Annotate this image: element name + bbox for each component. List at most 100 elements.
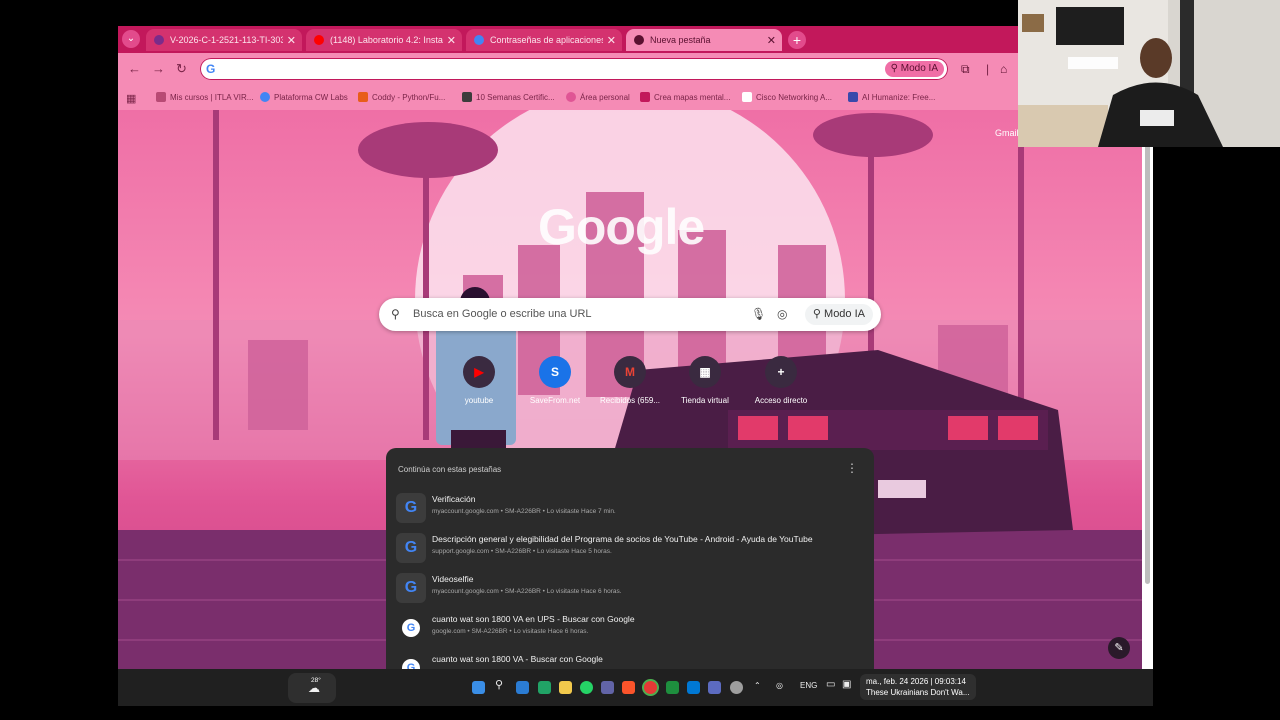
brave-icon[interactable] (622, 681, 635, 694)
close-icon[interactable]: ✕ (287, 34, 296, 47)
search-input[interactable]: Busca en Google o escribe una URL (413, 308, 592, 320)
extensions-icon[interactable]: ⧉ (961, 62, 970, 77)
chevron-up-icon[interactable]: ⌃ (754, 681, 761, 690)
tab-active[interactable]: Nueva pestaña ✕ (626, 29, 782, 51)
app-icon[interactable] (666, 681, 679, 694)
back-arrow-icon[interactable]: ← (128, 61, 141, 76)
list-item[interactable]: G cuanto wat son 1800 VA - Buscar con Go… (392, 648, 868, 669)
shortcut-glyph: ▶ (474, 365, 484, 379)
search-sparkle-icon: ⚲ (890, 63, 901, 74)
microphone-icon[interactable]: 🎙 (751, 307, 766, 321)
shortcut-label: SaveFrom.net (529, 396, 581, 405)
language-indicator[interactable]: ENG (800, 681, 817, 690)
reload-icon[interactable]: ↻ (176, 61, 187, 77)
item-title: Descripción general y elegibilidad del P… (432, 534, 813, 544)
address-bar[interactable]: G ⚲ Modo IA (200, 58, 948, 80)
shortcut-tile[interactable]: ▦ Tienda virtual (670, 356, 740, 405)
close-icon[interactable]: ✕ (607, 34, 616, 47)
close-icon[interactable]: ✕ (767, 34, 776, 47)
bookmark-item[interactable]: Área personal (566, 92, 630, 102)
chrome-icon (634, 35, 644, 45)
savefrom-icon: S (539, 356, 571, 388)
shortcut-glyph: S (550, 365, 559, 379)
tab[interactable]: V-2026-C-1-2521-113-TI-303: G ✕ (146, 29, 302, 51)
shortcut-label: Tienda virtual (681, 396, 729, 405)
ai-mode-button[interactable]: ⚲ Modo IA (804, 304, 873, 325)
google-icon: G (206, 62, 216, 76)
app-icon[interactable] (730, 681, 743, 694)
shortcut-glyph: M (625, 365, 635, 379)
search-icon[interactable]: ⚲ (495, 678, 503, 691)
card-heading: Continúa con estas pestañas (398, 465, 502, 474)
more-options-icon[interactable]: ⋮ (846, 461, 858, 475)
add-shortcut-tile[interactable]: + Acceso directo (746, 356, 816, 405)
ai-mode-label: Modo IA (900, 63, 938, 74)
start-icon[interactable] (472, 681, 485, 694)
scrollbar-thumb[interactable] (1145, 144, 1150, 584)
apps-grid-icon[interactable]: ▦ (126, 92, 136, 105)
folder-icon[interactable] (559, 681, 572, 694)
bookmark-favicon-icon (848, 92, 858, 102)
google-icon: G (402, 619, 420, 637)
list-item[interactable]: G Verificación myaccount.google.com • SM… (392, 488, 868, 528)
bookmark-item[interactable]: AI Humanize: Free... (848, 92, 935, 102)
item-meta: myaccount.google.com • SM-A226BR • Lo vi… (432, 508, 616, 515)
teams-icon[interactable] (601, 681, 614, 694)
app-icon[interactable] (687, 681, 700, 694)
battery-icon[interactable]: ▣ (842, 679, 851, 690)
gmail-link[interactable]: Gmail (995, 128, 1019, 138)
customize-pencil-icon[interactable]: ✎ (1108, 637, 1130, 659)
plus-icon: + (765, 356, 797, 388)
ai-mode-button[interactable]: ⚲ Modo IA (884, 61, 944, 77)
list-item[interactable]: G Videoselfie myaccount.google.com • SM-… (392, 568, 868, 608)
network-icon[interactable]: ▭ (826, 679, 835, 690)
weather-widget[interactable]: ☁ 28° (288, 673, 336, 703)
scrollbar[interactable] (1142, 110, 1153, 669)
google-icon: G (402, 659, 420, 669)
whatsapp-icon[interactable] (580, 681, 593, 694)
shortcut-tile[interactable]: ▶ youtube (444, 356, 514, 405)
shortcut-tile[interactable]: S SaveFrom.net (520, 356, 590, 405)
list-item[interactable]: G Descripción general y elegibilidad del… (392, 528, 868, 568)
app-icon[interactable] (708, 681, 721, 694)
chrome-icon[interactable] (644, 681, 657, 694)
edge-icon[interactable] (516, 681, 529, 694)
xbox-icon[interactable] (538, 681, 551, 694)
google-icon: G (396, 493, 426, 523)
bookmark-item[interactable]: 10 Semanas Certific... (462, 92, 555, 102)
shortcut-glyph: + (777, 365, 785, 379)
bookmark-item[interactable]: Coddy - Python/Fu... (358, 92, 445, 102)
bookmark-item[interactable]: Plataforma CW Labs (260, 92, 348, 102)
shortcut-label: Acceso directo (754, 396, 808, 405)
search-sparkle-icon: ⚲ (812, 308, 825, 320)
forward-arrow-icon[interactable]: → (152, 61, 165, 76)
bookmark-item[interactable]: Cisco Networking A... (742, 92, 832, 102)
bookmarks-bar: ▦ Mis cursos | ITLA VIR... Plataforma CW… (118, 86, 1153, 110)
divider: | (986, 62, 990, 76)
toolbar: ← → ↻ G ⚲ Modo IA ⧉ | ⌂ (118, 53, 1153, 86)
profile-icon[interactable]: ⌂ (1000, 62, 1007, 76)
tab[interactable]: Contraseñas de aplicaciones ✕ (466, 29, 622, 51)
tab-label: (1148) Laboratorio 4.2: Instalar o (330, 35, 443, 45)
continue-tabs-list: G Verificación myaccount.google.com • SM… (392, 488, 868, 669)
copilot-icon[interactable]: ◎ (776, 681, 783, 690)
close-icon[interactable]: ✕ (447, 34, 456, 47)
clock[interactable]: ma., feb. 24 2026 | 09:03:14 These Ukrai… (860, 674, 976, 700)
lens-icon[interactable]: ◎ (777, 307, 787, 321)
ai-mode-label: Modo IA (824, 308, 865, 320)
new-tab-button[interactable]: + (788, 31, 806, 49)
tab-search-button[interactable]: ⌄ (122, 30, 140, 48)
taskbar: ☁ 28° ⚲ ⌃ ◎ ENG ▭ ▣ ma., feb. 24 2026 | … (118, 669, 1153, 706)
item-title: cuanto wat son 1800 VA en UPS - Buscar c… (432, 614, 635, 624)
bookmark-label: Cisco Networking A... (756, 92, 833, 102)
item-meta: myaccount.google.com • SM-A226BR • Lo vi… (432, 588, 622, 595)
bookmark-label: Crea mapas mental... (654, 92, 731, 102)
list-item[interactable]: G cuanto wat son 1800 VA en UPS - Buscar… (392, 608, 868, 648)
bookmark-item[interactable]: Mis cursos | ITLA VIR... (156, 92, 253, 102)
youtube-icon (314, 35, 324, 45)
tab[interactable]: (1148) Laboratorio 4.2: Instalar o ✕ (306, 29, 462, 51)
bookmark-item[interactable]: Crea mapas mental... (640, 92, 730, 102)
search-box[interactable]: ⚲ Busca en Google o escribe una URL 🎙 ◎ … (379, 298, 881, 331)
shortcut-tile[interactable]: M Recibidos (659... (595, 356, 665, 405)
item-title: cuanto wat son 1800 VA - Buscar con Goog… (432, 654, 603, 664)
